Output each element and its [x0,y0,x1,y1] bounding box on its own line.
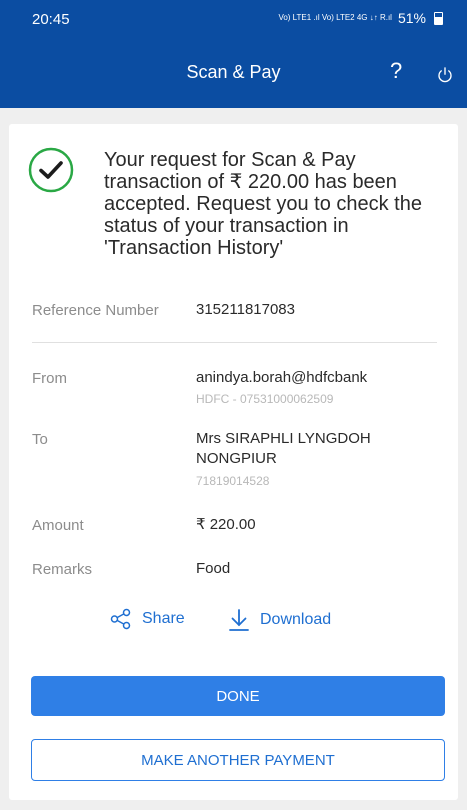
share-label: Share [142,610,185,627]
download-label: Download [260,611,332,628]
share-icon [110,608,131,630]
download-button[interactable]: Download [228,608,331,632]
status-bar: 20:45 Vo) LTE1 .ıl Vo) LTE2 4G ↓↑ R.ıl 5… [0,0,467,40]
signal-indicators: Vo) LTE1 .ıl Vo) LTE2 4G ↓↑ R.ıl [278,13,392,22]
reference-number-label: Reference Number [32,302,159,319]
power-icon[interactable] [436,66,454,84]
to-value: Mrs SIRAPHLI LYNGDOH NONGPIUR [196,430,371,467]
done-button[interactable]: DONE [31,676,445,716]
to-account: 71819014528 [196,474,270,488]
make-another-payment-button[interactable]: MAKE ANOTHER PAYMENT [31,739,445,781]
from-account: HDFC - 07531000062509 [196,392,334,406]
share-button[interactable]: Share [110,608,185,630]
battery-percent: 51% [397,10,426,26]
download-icon [229,609,249,631]
battery-icon [434,11,443,25]
amount-label: Amount [32,517,84,534]
from-value: anindya.borah@hdfcbank [196,369,368,386]
remarks-value: Food [196,560,231,577]
result-card: Your request for Scan & Pay transaction … [9,124,458,800]
check-circle-icon [28,147,74,193]
help-icon[interactable]: ? [390,58,402,84]
from-label: From [32,370,67,387]
remarks-label: Remarks [32,561,93,578]
status-indicators: Vo) LTE1 .ıl Vo) LTE2 4G ↓↑ R.ıl 51% [278,10,443,26]
success-message: Your request for Scan & Pay transaction … [104,149,422,259]
divider [32,342,437,343]
amount-value: ₹ 220.00 [196,516,256,533]
reference-number-value: 315211817083 [196,301,295,318]
app-bar: Scan & Pay ? [0,40,467,108]
to-label: To [32,431,48,448]
status-time: 20:45 [32,11,70,28]
